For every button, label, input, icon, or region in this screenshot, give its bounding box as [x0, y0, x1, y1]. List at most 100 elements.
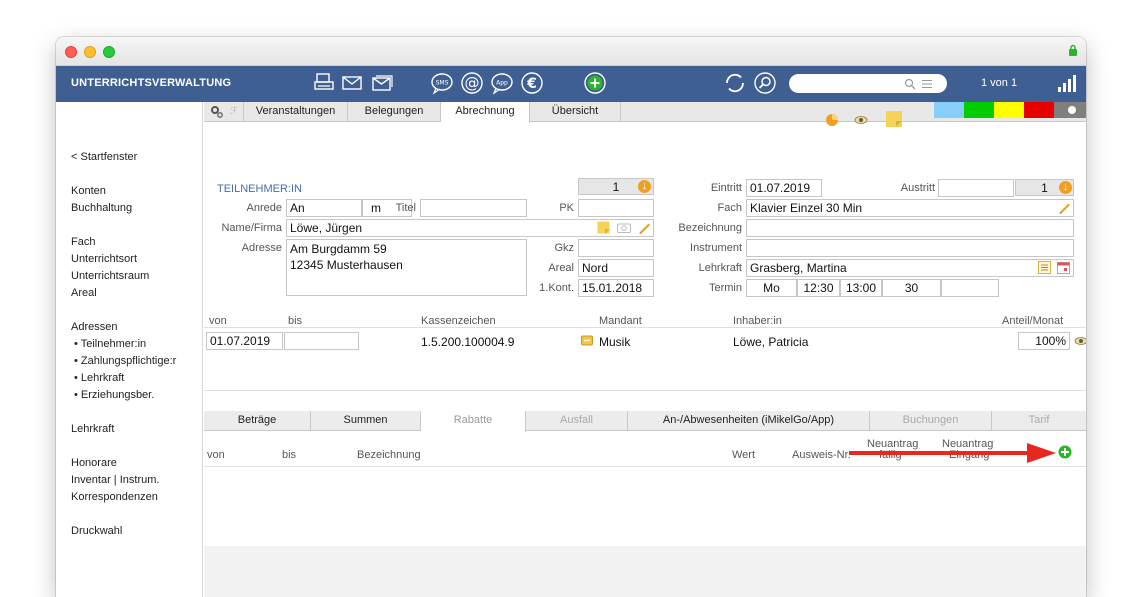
section-title-teilnehmer: TEILNEHMER:IN [217, 183, 302, 195]
billing-bis-field[interactable] [284, 332, 359, 350]
eye-icon[interactable] [854, 115, 868, 125]
sidebar-item-areal[interactable]: Areal [71, 287, 97, 299]
sidebar-item-honorare[interactable]: Honorare [71, 457, 117, 469]
teilnehmer-dropdown-icon[interactable]: ↓ [638, 180, 651, 193]
search-input[interactable] [789, 74, 947, 93]
austritt-count-value: 1 [1041, 181, 1048, 195]
serial-mail-icon[interactable] [370, 71, 394, 95]
refresh-icon[interactable] [723, 71, 747, 95]
austritt-dropdown-icon[interactable]: ↓ [1059, 181, 1072, 194]
color-swatch-yellow[interactable] [994, 102, 1024, 118]
subtab-betraege[interactable]: Beträge [204, 411, 311, 431]
mandant-folder-icon[interactable] [581, 334, 593, 346]
tab-abrechnung[interactable]: Abrechnung [441, 102, 530, 123]
bezeichnung-field[interactable] [746, 219, 1074, 237]
mail-icon[interactable] [340, 71, 364, 95]
termin-extra-field[interactable] [941, 279, 999, 297]
sidebar-item-lehrkraft-address[interactable]: • Lehrkraft [74, 372, 124, 384]
euro-icon[interactable]: € [520, 71, 544, 95]
edit-pencil-icon[interactable] [638, 220, 652, 234]
note-small-icon[interactable] [597, 221, 610, 234]
sidebar-item-inventar[interactable]: Inventar | Instrum. [71, 474, 159, 486]
titel-field[interactable] [420, 199, 527, 217]
sidebar-item-korrespondenzen[interactable]: Korrespondenzen [71, 491, 158, 503]
color-swatch-grey[interactable] [1054, 102, 1086, 118]
tab-belegungen[interactable]: Belegungen [348, 102, 441, 122]
billing-header-kassenzeichen: Kassenzeichen [421, 315, 496, 327]
app-message-icon[interactable]: App [490, 71, 514, 95]
areal-field[interactable]: Nord [578, 259, 654, 277]
anrede-field[interactable]: An [286, 199, 362, 217]
signal-bars-icon[interactable] [1056, 73, 1076, 93]
note-icon[interactable] [885, 110, 903, 128]
billing-anteil-field[interactable]: 100% [1018, 332, 1070, 350]
sidebar-item-unterrichtsraum[interactable]: Unterrichtsraum [71, 270, 149, 282]
subtab-rabatte[interactable]: Rabatte [421, 411, 526, 432]
billing-header-bis: bis [288, 315, 303, 327]
subtab-abwesenheiten[interactable]: An-/Abwesenheiten (iMikelGo/App) [628, 411, 870, 431]
subtab-tarif[interactable]: Tarif [992, 411, 1086, 431]
termin-from-field[interactable]: 12:30 [797, 279, 840, 297]
eintritt-label: Eintritt [710, 182, 742, 194]
sidebar-back-link[interactable]: < Startfenster [71, 151, 137, 163]
billing-von-field[interactable]: 01.07.2019 [206, 332, 283, 350]
tab-veranstaltungen[interactable]: Veranstaltungen [243, 102, 348, 122]
pk-label: PK [559, 202, 574, 214]
lehrkraft-field[interactable]: Grasberg, Martina [746, 259, 1074, 277]
sidebar-item-buchhaltung[interactable]: Buchhaltung [71, 202, 132, 214]
kont-field[interactable]: 15.01.2018 [578, 279, 654, 297]
termin-duration-value: 30 [904, 281, 919, 295]
billing-von-value: 01.07.2019 [210, 334, 271, 348]
wrench-icon: ℱ [230, 106, 238, 117]
sidebar-item-druckwahl[interactable]: Druckwahl [71, 525, 122, 537]
gkz-field[interactable] [578, 239, 654, 257]
record-tabs: ℱ Veranstaltungen Belegungen Abrechnung … [204, 102, 1086, 127]
printer-icon[interactable] [312, 71, 336, 95]
annotation-arrow-icon [849, 443, 1056, 463]
sidebar-item-konten[interactable]: Konten [71, 185, 106, 197]
search-toolbar-icon[interactable] [753, 71, 777, 95]
termin-duration-field[interactable]: 30 [882, 279, 941, 297]
add-record-icon[interactable] [583, 71, 607, 95]
subtab-summen[interactable]: Summen [311, 411, 421, 431]
email-at-icon[interactable]: @ [460, 71, 484, 95]
color-swatch-red[interactable] [1024, 102, 1054, 118]
camera-icon[interactable] [617, 222, 631, 233]
color-swatch-green[interactable] [964, 102, 994, 118]
austritt-field[interactable] [938, 179, 1014, 197]
sidebar-item-zahlungspflichtige[interactable]: • Zahlungspflichtige:r [74, 355, 176, 367]
termin-to-field[interactable]: 13:00 [840, 279, 882, 297]
fach-field[interactable]: Klavier Einzel 30 Min [746, 199, 1074, 217]
name-value: Löwe, Jürgen [290, 221, 363, 235]
tab-uebersicht[interactable]: Übersicht [530, 102, 621, 122]
pie-chart-icon[interactable] [825, 113, 839, 127]
billing-header-von: von [209, 315, 227, 327]
settings-icon[interactable] [210, 105, 224, 119]
sms-icon[interactable]: SMS [430, 71, 454, 95]
adresse-field[interactable]: Am Burgdamm 59 12345 Musterhausen [286, 239, 527, 296]
color-swatch-blue[interactable] [934, 102, 964, 118]
termin-day-field[interactable]: Mo [746, 279, 797, 297]
sidebar-item-lehrkraft[interactable]: Lehrkraft [71, 423, 114, 435]
sidebar-item-unterrichtsort[interactable]: Unterrichtsort [71, 253, 137, 265]
pk-field[interactable] [578, 199, 654, 217]
record-pager: 1 von 1 [981, 77, 1018, 89]
sidebar-item-adressen[interactable]: Adressen [71, 321, 117, 333]
list-icon[interactable] [1038, 261, 1051, 274]
minimize-window-button[interactable] [84, 46, 96, 58]
search-list-icon[interactable] [921, 78, 933, 90]
fach-edit-pencil-icon[interactable] [1058, 200, 1072, 214]
subtab-ausfall[interactable]: Ausfall [526, 411, 628, 431]
billing-eye-icon[interactable] [1074, 336, 1086, 346]
sidebar-item-erziehungsber[interactable]: • Erziehungsber. [74, 389, 154, 401]
sidebar-item-teilnehmer[interactable]: • Teilnehmer:in [74, 338, 146, 350]
sidebar-item-fach[interactable]: Fach [71, 236, 95, 248]
add-discount-icon[interactable] [1058, 445, 1072, 459]
instrument-field[interactable] [746, 239, 1074, 257]
subtab-buchungen[interactable]: Buchungen [870, 411, 992, 431]
detail-tabs: Beträge Summen Rabatte Ausfall An-/Abwes… [204, 411, 1086, 432]
calendar-icon[interactable] [1057, 261, 1070, 274]
eintritt-field[interactable]: 01.07.2019 [746, 179, 822, 197]
zoom-window-button[interactable] [103, 46, 115, 58]
close-window-button[interactable] [65, 46, 77, 58]
